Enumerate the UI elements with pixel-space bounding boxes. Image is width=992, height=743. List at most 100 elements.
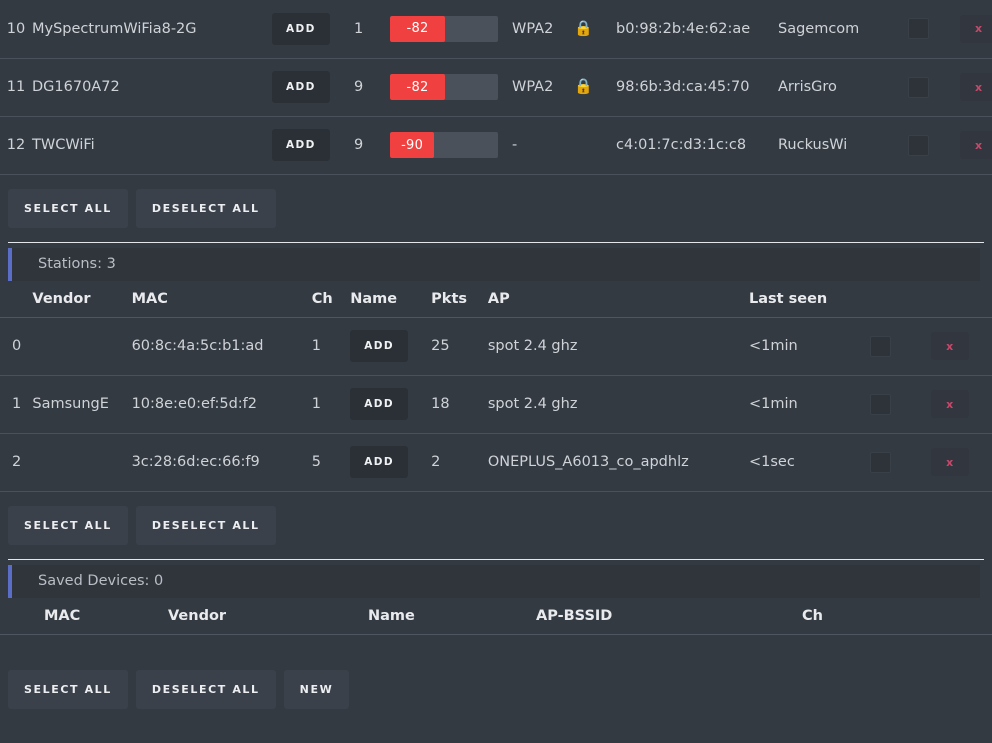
station-row-name-cell: ADD [350, 433, 432, 492]
station-row-last-seen: <1min [749, 375, 871, 434]
ap-row-bssid: b0:98:2b:4e:62:ae [616, 0, 778, 59]
ap-row-lock-cell [574, 116, 616, 175]
station-delete-button[interactable]: x [931, 448, 970, 476]
ap-row-vendor: ArrisGro [778, 58, 908, 117]
signal-meter: -82 [390, 74, 498, 100]
stations-accent-bar [8, 247, 12, 281]
saved-new-button[interactable]: NEW [283, 670, 350, 709]
ap-delete-button[interactable]: x [960, 131, 992, 159]
ap-add-button[interactable]: ADD [272, 12, 330, 45]
station-row-vendor: SamsungE [32, 375, 132, 434]
lock-icon: 🔒 [574, 77, 593, 95]
ap-row-signal-cell: -82 [390, 58, 512, 117]
stations-col-select [870, 280, 932, 318]
ap-delete-button[interactable]: x [960, 14, 992, 43]
station-row-vendor [32, 433, 132, 492]
stations-deselect-all-button[interactable]: DESELECT ALL [135, 505, 276, 545]
station-row-index: 0 [0, 317, 33, 376]
stations-col-vendor: Vendor [32, 280, 132, 318]
saved-col-mac: MAC [0, 597, 168, 635]
ap-row-ssid: TWCWiFi [32, 116, 272, 175]
station-row-delete-cell: x [931, 433, 992, 492]
ap-row-encryption: - [512, 116, 574, 175]
signal-meter-fill: -82 [390, 74, 446, 100]
signal-meter: -82 [390, 15, 498, 42]
stations-header: Stations: 3 [8, 247, 980, 281]
station-row-checkbox[interactable] [870, 393, 892, 415]
ap-row-select-cell [908, 0, 960, 59]
stations-col-ap: AP [487, 280, 749, 318]
station-row-ap: spot 2.4 ghz [487, 317, 749, 376]
stations-col-ch: Ch [311, 280, 351, 318]
ap-row-checkbox[interactable] [908, 18, 929, 40]
ap-row-index: 11 [0, 58, 32, 117]
station-row-select-cell [870, 433, 932, 492]
ap-row-add-cell: ADD [272, 0, 354, 59]
saved-devices-table: MAC Vendor Name AP-BSSID Ch [0, 597, 992, 657]
station-delete-button[interactable]: x [931, 390, 970, 418]
stations-col-delete [931, 280, 992, 318]
station-row-name-cell: ADD [350, 317, 432, 376]
saved-devices-empty-cell [0, 634, 992, 656]
ap-row-encryption: WPA2 [512, 0, 574, 59]
station-row-checkbox[interactable] [870, 335, 892, 357]
station-add-button[interactable]: ADD [350, 446, 408, 478]
ap-row-add-cell: ADD [272, 116, 354, 175]
stations-col-index [0, 280, 33, 318]
ap-row-encryption: WPA2 [512, 58, 574, 117]
station-row-checkbox[interactable] [870, 451, 892, 473]
station-row-pkts: 2 [431, 433, 488, 492]
ap-row-delete-cell: x [960, 116, 992, 175]
station-row-index: 1 [0, 375, 33, 434]
ap-row-bssid: c4:01:7c:d3:1c:c8 [616, 116, 778, 175]
saved-deselect-all-button[interactable]: DESELECT ALL [135, 670, 276, 709]
ap-delete-button[interactable]: x [960, 73, 992, 101]
ap-row-lock-cell: 🔒 [574, 58, 616, 117]
station-row-pkts: 18 [431, 375, 488, 434]
ap-row-checkbox[interactable] [908, 76, 929, 98]
ap-row-select-cell [908, 58, 960, 117]
station-row-mac: 3c:28:6d:ec:66:f9 [131, 433, 312, 492]
table-row: 12 TWCWiFi ADD 9 -90 - c4:01:7c:d3:1c:c8 Ruckus… [0, 116, 992, 175]
ap-row-index: 10 [0, 0, 32, 59]
station-row-channel: 1 [311, 375, 351, 434]
ap-row-ssid: DG1670A72 [32, 58, 272, 117]
ap-row-channel: 9 [354, 58, 390, 117]
stations-actions: SELECT ALL DESELECT ALL [0, 492, 992, 559]
station-row-delete-cell: x [931, 375, 992, 434]
ap-row-index: 12 [0, 116, 32, 175]
station-add-button[interactable]: ADD [350, 330, 408, 362]
stations-title: Stations: 3 [38, 256, 116, 272]
ap-row-checkbox[interactable] [908, 134, 929, 156]
station-row-channel: 1 [311, 317, 351, 376]
station-row-select-cell [870, 375, 932, 434]
stations-divider [8, 241, 984, 243]
stations-header-row: Vendor MAC Ch Name Pkts AP Last seen [0, 280, 992, 318]
ap-select-all-button[interactable]: SELECT ALL [8, 188, 128, 228]
app-root: 10 MySpectrumWiFia8-2G ADD 1 -82 WPA2 🔒 b0:98:2… [0, 0, 992, 743]
stations-select-all-button[interactable]: SELECT ALL [8, 505, 128, 545]
ap-row-add-cell: ADD [272, 58, 354, 117]
signal-value: -82 [406, 21, 429, 37]
table-row: 2 3c:28:6d:ec:66:f9 5 ADD 2 ONEPLUS_A6013_co_… [0, 433, 992, 492]
ap-deselect-all-button[interactable]: DESELECT ALL [135, 188, 276, 228]
ap-row-bssid: 98:6b:3d:ca:45:70 [616, 58, 778, 117]
station-add-button[interactable]: ADD [350, 388, 408, 420]
station-delete-button[interactable]: x [931, 332, 970, 360]
station-row-last-seen: <1min [749, 317, 871, 376]
station-row-delete-cell: x [931, 317, 992, 376]
stations-table: Vendor MAC Ch Name Pkts AP Last seen 0 60… [0, 280, 992, 492]
ap-row-channel: 1 [354, 0, 390, 59]
saved-devices-empty-row [0, 634, 992, 656]
stations-col-mac: MAC [131, 280, 312, 318]
saved-col-name: Name [368, 597, 536, 635]
signal-meter-fill: -82 [390, 15, 446, 42]
ap-add-button[interactable]: ADD [272, 71, 330, 103]
ap-row-channel: 9 [354, 116, 390, 175]
ap-add-button[interactable]: ADD [272, 129, 330, 161]
lock-icon: 🔒 [574, 18, 593, 37]
ap-row-vendor: RuckusWi [778, 116, 908, 175]
station-row-ap: spot 2.4 ghz [487, 375, 749, 434]
saved-select-all-button[interactable]: SELECT ALL [8, 670, 128, 709]
stations-col-name: Name [350, 280, 432, 318]
